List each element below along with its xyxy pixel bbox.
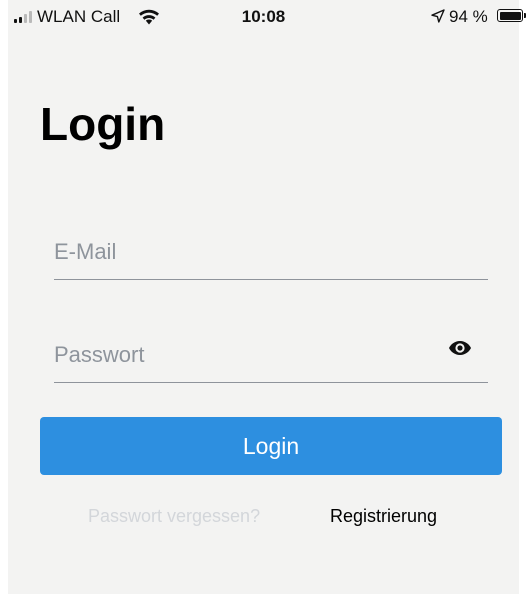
eye-icon[interactable] [448,340,472,356]
password-field[interactable] [54,342,434,368]
location-arrow-icon [431,9,445,23]
password-field-container [54,340,488,383]
status-bar: WLAN Call 10:08 94 % [8,0,526,34]
email-field-container [54,237,488,280]
login-screen: WLAN Call 10:08 94 % Login Login Passwor… [8,0,526,594]
page-title: Login [40,98,166,150]
register-link[interactable]: Registrierung [330,506,437,527]
forgot-password-link[interactable]: Passwort vergessen? [88,506,260,527]
login-button[interactable]: Login [40,417,502,475]
clock: 10:08 [241,7,286,26]
email-field[interactable] [54,239,434,265]
battery-percent: 94 % [449,7,488,26]
battery-icon [497,9,526,22]
